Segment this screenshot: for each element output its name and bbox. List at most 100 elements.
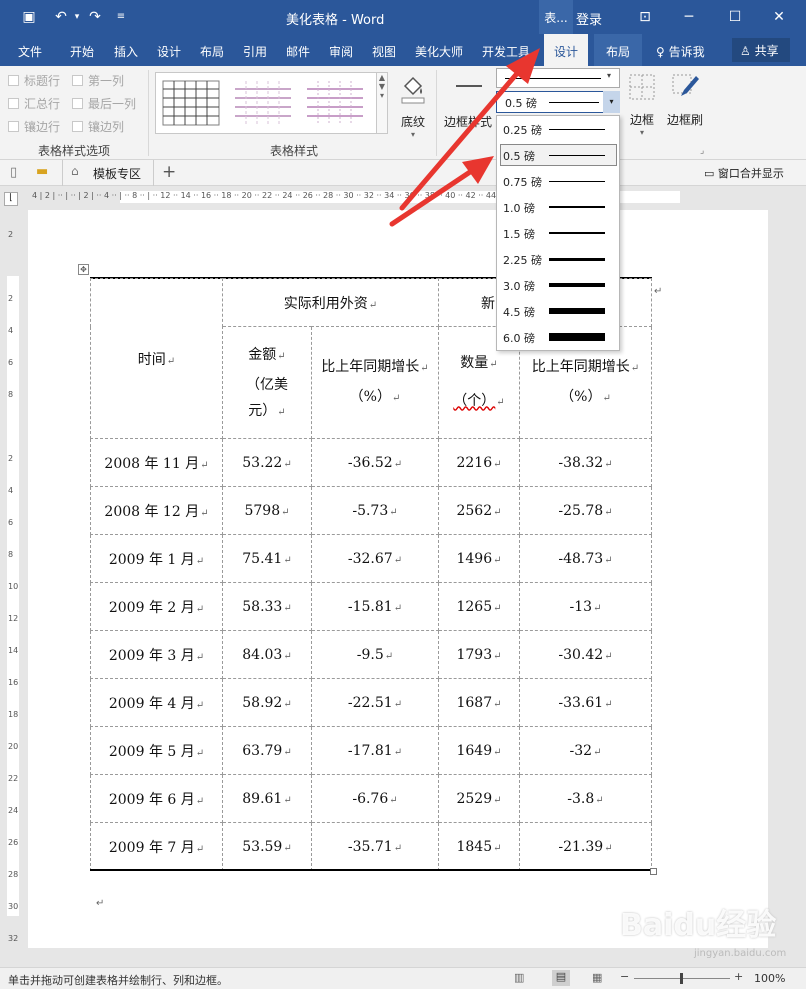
table-cell-count[interactable]: 1265↵ <box>438 582 520 631</box>
line-weight-option[interactable]: 0.5 磅 <box>497 142 619 168</box>
table-styles-gallery[interactable] <box>155 72 377 134</box>
table-cell-amount[interactable]: 58.33↵ <box>222 582 312 631</box>
table-cell-amount[interactable]: 63.79↵ <box>222 726 312 775</box>
zoom-slider-thumb[interactable] <box>680 973 683 984</box>
tab-selector[interactable]: ⌊ <box>4 192 18 206</box>
login-link[interactable]: 登录 <box>576 9 602 28</box>
line-weight-dropdown-list[interactable]: 0.25 磅 0.5 磅 0.75 磅 1.0 磅 1.5 磅 2.25 磅 3.0 磅 4.… <box>496 115 620 351</box>
print-layout-icon[interactable]: ▤ <box>552 970 570 986</box>
table-cell-count[interactable]: 2529↵ <box>438 774 520 823</box>
tab-table-layout[interactable]: 布局 <box>594 34 643 66</box>
tab-review[interactable]: 审阅 <box>329 43 353 60</box>
document-page[interactable]: ✥ 时间↵ 实际利用外资↵ 新 金额↵ （亿美元）↵ 比上年同期增长↵ （%）↵… <box>28 210 768 948</box>
table-cell-growth[interactable]: -5.73↵ <box>311 486 439 535</box>
table-cell-growth[interactable]: -15.81↵ <box>311 582 439 631</box>
table-cell-count[interactable]: 2216↵ <box>438 438 520 487</box>
line-weight-select[interactable]: 0.5 磅 ▾ <box>496 91 620 113</box>
table-cell-growth2[interactable]: -48.73↵ <box>519 534 652 583</box>
table-style-thumb[interactable] <box>162 80 220 126</box>
table-style-thumb[interactable] <box>234 80 292 126</box>
dialog-launcher-icon[interactable]: ⌟ <box>700 146 704 156</box>
share-button[interactable]: ♙ 共享 <box>732 38 790 62</box>
header-growth[interactable]: 比上年同期增长↵ （%）↵ <box>311 326 439 439</box>
tab-file[interactable]: 文件 <box>18 43 42 60</box>
table-cell-time[interactable]: 2008 年 12 月↵ <box>90 486 223 535</box>
first-column-checkbox[interactable]: 第一列 <box>72 72 124 89</box>
minimize-icon[interactable]: ─ <box>678 6 700 28</box>
table-cell-growth2[interactable]: -32↵ <box>519 726 652 775</box>
tab-view[interactable]: 视图 <box>372 43 396 60</box>
table-cell-amount[interactable]: 84.03↵ <box>222 630 312 679</box>
table-cell-count[interactable]: 1687↵ <box>438 678 520 727</box>
table-cell-time[interactable]: 2009 年 1 月↵ <box>90 534 223 583</box>
line-weight-option[interactable]: 1.5 磅 <box>497 220 619 246</box>
border-painter-button[interactable]: 边框刷 <box>664 72 706 142</box>
table-style-thumb[interactable] <box>306 80 364 126</box>
template-tab[interactable]: ⌂ 模板专区 <box>62 160 154 186</box>
tab-developer[interactable]: 开发工具 <box>482 43 530 60</box>
last-column-checkbox[interactable]: 最后一列 <box>72 95 136 112</box>
zoom-level[interactable]: 100% <box>754 972 785 985</box>
table-cell-time[interactable]: 2008 年 11 月↵ <box>90 438 223 487</box>
table-cell-time[interactable]: 2009 年 2 月↵ <box>90 582 223 631</box>
table-cell-amount[interactable]: 75.41↵ <box>222 534 312 583</box>
table-cell-count[interactable]: 1845↵ <box>438 822 520 871</box>
data-table[interactable]: 时间↵ 实际利用外资↵ 新 金额↵ （亿美元）↵ 比上年同期增长↵ （%）↵ 数… <box>90 278 652 871</box>
gallery-scroll[interactable]: ▲ ▼ ▾ <box>376 72 388 134</box>
redo-icon[interactable]: ↷ <box>84 6 106 28</box>
table-cell-time[interactable]: 2009 年 3 月↵ <box>90 630 223 679</box>
header-time[interactable]: 时间↵ <box>90 278 223 439</box>
table-cell-growth2[interactable]: -25.78↵ <box>519 486 652 535</box>
table-cell-growth[interactable]: -6.76↵ <box>311 774 439 823</box>
header-actual-foreign-investment[interactable]: 实际利用外资↵ <box>222 278 439 327</box>
table-cell-time[interactable]: 2009 年 6 月↵ <box>90 774 223 823</box>
border-styles-button[interactable]: 边框样式 <box>444 72 494 142</box>
line-weight-option[interactable]: 0.25 磅 <box>497 116 619 142</box>
line-weight-option[interactable]: 0.75 磅 <box>497 168 619 194</box>
borders-button[interactable]: 边框 ▾ <box>624 72 660 142</box>
line-weight-option[interactable]: 4.5 磅 <box>497 298 619 324</box>
save-icon[interactable]: ▣ <box>18 6 40 28</box>
table-cell-count[interactable]: 1496↵ <box>438 534 520 583</box>
tab-mailings[interactable]: 邮件 <box>286 43 310 60</box>
tab-home[interactable]: 开始 <box>70 43 94 60</box>
zoom-out-icon[interactable]: − <box>620 970 629 983</box>
add-tab-icon[interactable]: + <box>162 162 176 182</box>
table-cell-growth[interactable]: -32.67↵ <box>311 534 439 583</box>
table-cell-growth2[interactable]: -3.8↵ <box>519 774 652 823</box>
line-weight-option[interactable]: 1.0 磅 <box>497 194 619 220</box>
line-weight-option[interactable]: 3.0 磅 <box>497 272 619 298</box>
table-cell-count[interactable]: 1793↵ <box>438 630 520 679</box>
web-layout-icon[interactable]: ▦ <box>592 971 602 984</box>
tab-table-design[interactable]: 设计 <box>544 34 589 66</box>
header-amount[interactable]: 金额↵ （亿美元）↵ <box>222 326 312 439</box>
banded-columns-checkbox[interactable]: 镶边列 <box>72 118 124 135</box>
zoom-in-icon[interactable]: + <box>734 970 743 983</box>
folder-icon[interactable]: ▬ <box>36 164 48 179</box>
header-row-checkbox[interactable]: 标题行 <box>8 72 60 89</box>
horizontal-ruler[interactable]: 4 | 2 | ·· | ·· | 2 | ·· 4 ·· | ·· 8 ·· … <box>28 187 770 207</box>
table-cell-growth2[interactable]: -38.32↵ <box>519 438 652 487</box>
tab-insert[interactable]: 插入 <box>114 43 138 60</box>
table-cell-amount[interactable]: 58.92↵ <box>222 678 312 727</box>
customize-qat-icon[interactable]: ≡ <box>110 6 132 28</box>
table-cell-growth[interactable]: -9.5↵ <box>311 630 439 679</box>
read-mode-icon[interactable]: ▥ <box>514 971 524 984</box>
table-resize-handle[interactable] <box>650 868 657 875</box>
table-cell-growth[interactable]: -22.51↵ <box>311 678 439 727</box>
table-cell-amount[interactable]: 53.59↵ <box>222 822 312 871</box>
total-row-checkbox[interactable]: 汇总行 <box>8 95 60 112</box>
close-icon[interactable]: ✕ <box>768 6 790 28</box>
table-cell-growth2[interactable]: -13↵ <box>519 582 652 631</box>
tab-beautify-master[interactable]: 美化大师 <box>415 43 463 60</box>
table-cell-time[interactable]: 2009 年 7 月↵ <box>90 822 223 871</box>
maximize-icon[interactable]: ☐ <box>724 6 746 28</box>
shading-button[interactable]: 底纹 ▾ <box>396 72 430 142</box>
tab-layout[interactable]: 布局 <box>200 43 224 60</box>
line-weight-option[interactable]: 2.25 磅 <box>497 246 619 272</box>
table-cell-time[interactable]: 2009 年 5 月↵ <box>90 726 223 775</box>
table-cell-growth[interactable]: -35.71↵ <box>311 822 439 871</box>
ribbon-display-icon[interactable]: ⊡ <box>634 6 656 28</box>
line-weight-option[interactable]: 6.0 磅 <box>497 324 619 350</box>
tell-me-box[interactable]: ♀ 告诉我 <box>656 43 705 60</box>
